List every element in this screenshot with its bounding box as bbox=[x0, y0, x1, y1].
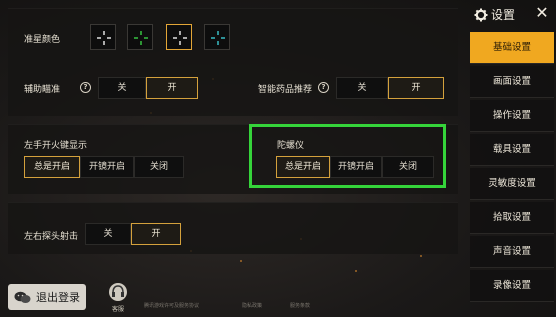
crosshair-color-label: 准星颜色 bbox=[24, 35, 61, 45]
footer-link-terms[interactable]: 服务条款 bbox=[290, 302, 310, 309]
aim-assist-help-icon[interactable]: ? bbox=[80, 82, 91, 93]
smart-medicine-label: 智能药品推荐 bbox=[258, 85, 313, 95]
lean-fire-label: 左右探头射击 bbox=[24, 232, 79, 242]
lean-fire-panel bbox=[8, 202, 458, 254]
settings-title: 设置 bbox=[491, 8, 516, 22]
gyroscope-off-button[interactable]: 关闭 bbox=[382, 156, 434, 178]
ember-particle bbox=[420, 255, 422, 257]
sidebar-item-basic[interactable]: 基础设置 bbox=[470, 32, 554, 64]
aim-assist-toggle: 关 开 bbox=[98, 77, 198, 99]
settings-header: 设置 bbox=[474, 6, 515, 23]
sidebar-item-controls[interactable]: 操作设置 bbox=[470, 100, 554, 132]
crosshair-swatch-cyan[interactable] bbox=[204, 24, 230, 50]
lean-fire-toggle: 关 开 bbox=[85, 223, 181, 245]
gear-icon bbox=[474, 8, 488, 21]
crosshair-white-icon bbox=[97, 31, 111, 45]
ember-particle bbox=[355, 270, 357, 272]
logout-button[interactable]: 退出登录 bbox=[8, 284, 86, 310]
logout-label: 退出登录 bbox=[36, 291, 80, 304]
smart-medicine-off-button[interactable]: 关 bbox=[336, 77, 388, 99]
crosshair-swatch-white-selected[interactable] bbox=[166, 24, 192, 50]
smart-medicine-help-icon[interactable]: ? bbox=[318, 82, 329, 93]
sidebar-item-replay[interactable]: 录像设置 bbox=[470, 270, 554, 302]
crosshair-swatch-green[interactable] bbox=[127, 24, 153, 50]
crosshair-cyan-icon bbox=[211, 31, 225, 45]
wechat-icon bbox=[14, 291, 31, 303]
crosshair-swatch-white[interactable] bbox=[90, 24, 116, 50]
aim-assist-off-button[interactable]: 关 bbox=[98, 77, 146, 99]
sidebar-item-vehicle[interactable]: 载具设置 bbox=[470, 134, 554, 166]
left-fire-scope-button[interactable]: 开镜开启 bbox=[80, 156, 134, 178]
left-fire-off-button[interactable]: 关闭 bbox=[134, 156, 184, 178]
aim-assist-on-button[interactable]: 开 bbox=[146, 77, 198, 99]
gyroscope-selector: 总是开启 开镜开启 关闭 bbox=[276, 156, 434, 178]
aim-assist-label: 辅助瞄准 bbox=[24, 85, 61, 95]
gyroscope-always-button[interactable]: 总是开启 bbox=[276, 156, 330, 178]
lean-fire-on-button[interactable]: 开 bbox=[131, 223, 181, 245]
sidebar-item-sensitivity[interactable]: 灵敏度设置 bbox=[470, 168, 554, 200]
crosshair-green-icon bbox=[134, 31, 148, 45]
crosshair-and-assist-panel bbox=[8, 8, 458, 116]
footer-link-license[interactable]: 腾讯游戏许可及服务协议 bbox=[144, 302, 199, 309]
customer-service-button[interactable]: 客服 bbox=[106, 282, 130, 313]
sidebar-item-graphics[interactable]: 画面设置 bbox=[470, 66, 554, 98]
gyroscope-label: 陀螺仪 bbox=[277, 141, 305, 151]
smart-medicine-toggle: 关 开 bbox=[336, 77, 444, 99]
ember-particle bbox=[240, 260, 242, 262]
sidebar-item-audio[interactable]: 声音设置 bbox=[470, 236, 554, 268]
sidebar-item-pickup[interactable]: 拾取设置 bbox=[470, 202, 554, 234]
smart-medicine-on-button[interactable]: 开 bbox=[388, 77, 444, 99]
footer-link-privacy[interactable]: 隐私政策 bbox=[242, 302, 262, 309]
crosshair-white-icon bbox=[173, 31, 187, 45]
gyroscope-scope-button[interactable]: 开镜开启 bbox=[330, 156, 382, 178]
left-fire-always-button[interactable]: 总是开启 bbox=[24, 156, 80, 178]
customer-service-label: 客服 bbox=[111, 306, 124, 313]
left-fire-label: 左手开火键显示 bbox=[24, 141, 88, 151]
left-fire-selector: 总是开启 开镜开启 关闭 bbox=[24, 156, 184, 178]
headset-icon bbox=[109, 283, 127, 301]
close-icon[interactable]: ✕ bbox=[533, 4, 551, 22]
lean-fire-off-button[interactable]: 关 bbox=[85, 223, 131, 245]
